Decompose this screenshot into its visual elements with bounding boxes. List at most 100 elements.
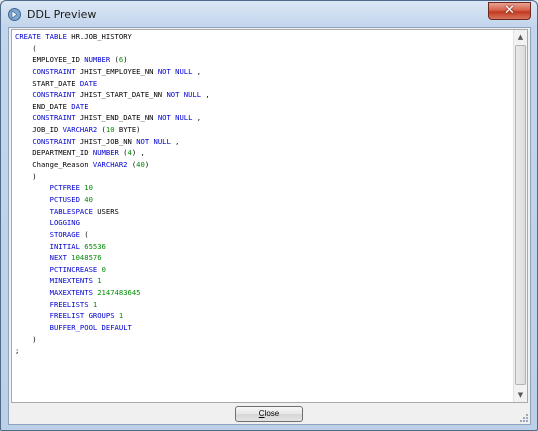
code-line: CONSTRAINT JHIST_END_DATE_NN NOT NULL , — [15, 112, 514, 124]
sql-text: USERS — [92, 206, 119, 216]
sql-number: 1 — [118, 311, 124, 321]
sql-keyword: NOT NULL — [136, 136, 171, 146]
sql-text: ) — [144, 160, 150, 170]
sql-number: 2147483645 — [97, 288, 141, 298]
sql-keyword: NEXT — [49, 253, 67, 263]
sql-keyword: CONSTRAINT — [32, 90, 76, 100]
close-button[interactable]: Close — [235, 406, 303, 422]
code-line: PCTUSED 40 — [15, 194, 514, 206]
resize-grip-icon[interactable] — [519, 413, 529, 423]
sql-text: Change_Reason — [15, 160, 93, 170]
sql-keyword: DATE — [71, 101, 89, 111]
sql-keyword: VARCHAR2 — [62, 125, 98, 135]
sql-text: BYTE) — [114, 125, 141, 135]
code-line: PCTFREE 10 — [15, 182, 514, 194]
sql-text: ( — [118, 148, 128, 158]
sql-text: , — [201, 90, 210, 100]
code-line: DEPARTMENT_ID NUMBER (4) , — [15, 147, 514, 159]
sql-keyword: MINEXTENTS — [49, 276, 93, 286]
vertical-scrollbar[interactable]: ▲ ▼ — [513, 30, 527, 402]
window-title: DDL Preview — [27, 8, 97, 21]
code-line: CONSTRAINT JHIST_JOB_NN NOT NULL , — [15, 136, 514, 148]
code-line: BUFFER_POOL DEFAULT — [15, 322, 514, 334]
sql-number: 10 — [84, 183, 93, 193]
sql-text: END_DATE — [15, 101, 72, 111]
sql-text: ( — [110, 55, 119, 65]
sql-text: JOB_ID — [15, 125, 63, 135]
sql-text: START_DATE — [15, 78, 80, 88]
dialog-client-area: CREATE TABLE HR.JOB_HISTORY ( EMPLOYEE_I… — [8, 27, 531, 425]
sql-keyword: FREELISTS — [49, 299, 89, 309]
sql-keyword: CREATE TABLE — [15, 32, 72, 41]
sql-keyword: NOT NULL — [166, 90, 202, 100]
sql-number: 0 — [101, 264, 106, 274]
sql-keyword: INITIAL — [49, 241, 80, 251]
code-line: CONSTRAINT JHIST_START_DATE_NN NOT NULL … — [15, 89, 514, 101]
sql-text: ) , — [131, 148, 145, 158]
code-line: ; — [15, 345, 514, 357]
title-bar[interactable]: DDL Preview ✕ — [1, 1, 537, 27]
sql-keyword: CONSTRAINT — [32, 66, 76, 76]
sql-keyword: CONSTRAINT — [32, 113, 76, 123]
sql-keyword: CONSTRAINT — [32, 136, 76, 146]
code-line: CREATE TABLE HR.JOB_HISTORY — [15, 31, 514, 43]
code-line: FREELISTS 1 — [15, 299, 514, 311]
sql-text: ( — [15, 43, 37, 53]
code-line: Change_Reason VARCHAR2 (40) — [15, 159, 514, 171]
sql-text: EMPLOYEE_ID — [15, 55, 85, 65]
ddl-text-area[interactable]: CREATE TABLE HR.JOB_HISTORY ( EMPLOYEE_I… — [11, 29, 528, 403]
sql-text: DEPARTMENT_ID — [15, 148, 93, 158]
code-line: CONSTRAINT JHIST_EMPLOYEE_NN NOT NULL , — [15, 66, 514, 78]
code-line: ) — [15, 171, 514, 183]
sql-keyword: NOT NULL — [157, 66, 193, 76]
sql-keyword: PCTFREE — [49, 183, 80, 193]
close-icon: ✕ — [504, 3, 515, 18]
sql-text: ) — [15, 334, 37, 344]
sql-text: , — [192, 113, 202, 123]
sql-text: JHIST_JOB_NN — [75, 136, 137, 146]
sql-keyword: STORAGE — [49, 229, 80, 239]
sql-text: , — [192, 66, 202, 76]
sql-text: , — [170, 136, 180, 146]
sql-keyword: NUMBER — [84, 55, 111, 65]
sql-number: 65536 — [84, 241, 106, 251]
scrollbar-thumb[interactable] — [515, 45, 526, 385]
sql-text: ) — [123, 55, 128, 65]
code-line: PCTINCREASE 0 — [15, 264, 514, 276]
sql-keyword: LOGGING — [49, 218, 80, 228]
sql-text: ( — [97, 125, 106, 135]
scroll-down-arrow-icon[interactable]: ▼ — [514, 388, 527, 402]
sql-keyword: PCTINCREASE — [49, 264, 98, 274]
code-line: START_DATE DATE — [15, 78, 514, 90]
window-close-button[interactable]: ✕ — [488, 2, 531, 20]
scroll-up-arrow-icon[interactable]: ▲ — [514, 30, 527, 44]
sql-text: JHIST_START_DATE_NN — [75, 90, 167, 100]
sql-keyword: MAXEXTENTS — [49, 288, 93, 298]
app-icon — [8, 8, 21, 21]
sql-number: 40 — [84, 194, 93, 204]
sql-text: ; — [15, 346, 20, 356]
code-line: INITIAL 65536 — [15, 241, 514, 253]
code-line: END_DATE DATE — [15, 101, 514, 113]
sql-number: 1048576 — [71, 253, 102, 263]
sql-keyword: TABLESPACE — [49, 206, 93, 216]
code-line: ( — [15, 43, 514, 55]
code-line: TABLESPACE USERS — [15, 206, 514, 218]
code-line: EMPLOYEE_ID NUMBER (6) — [15, 54, 514, 66]
sql-text: ( — [79, 229, 89, 239]
sql-keyword: NUMBER — [92, 148, 119, 158]
